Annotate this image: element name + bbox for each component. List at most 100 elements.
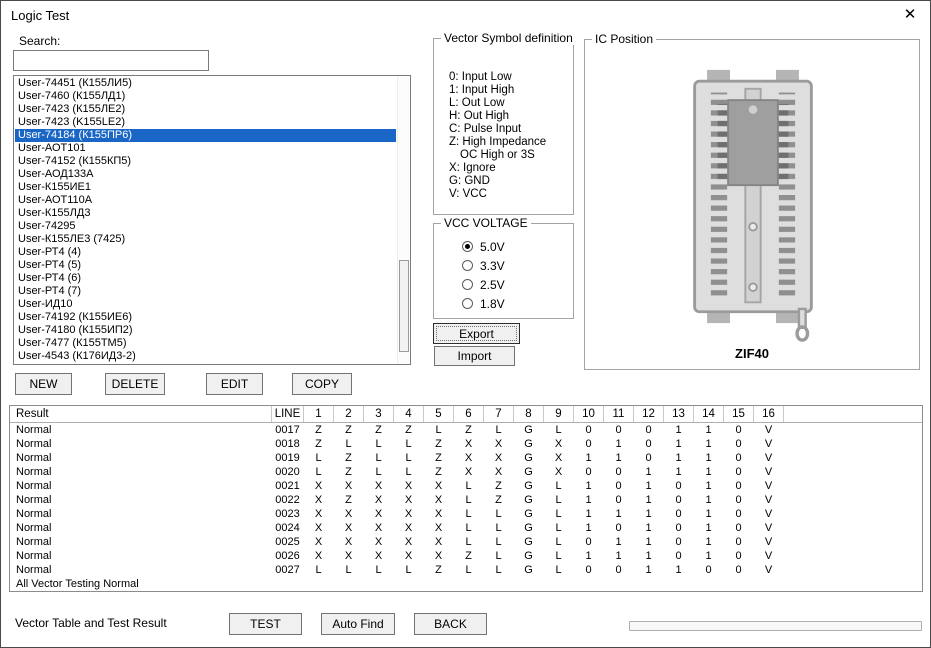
cell-pin: V [754, 423, 784, 437]
column-header-10[interactable]: 10 [574, 406, 604, 422]
column-header-1[interactable]: 1 [304, 406, 334, 422]
list-item[interactable]: User-К155ИЕ1 [15, 181, 396, 194]
cell-pin: 1 [694, 423, 724, 437]
list-item[interactable]: User-К155ЛЕ3 (7425) [15, 233, 396, 246]
list-item[interactable]: User-74152 (К155КП5) [15, 155, 396, 168]
cell-pin: L [484, 549, 514, 563]
test-button[interactable]: TEST [229, 613, 302, 635]
vcc-option-1.8V[interactable]: 1.8V [462, 294, 505, 313]
table-row[interactable]: Normal0023XXXXXLLGL111010V [10, 507, 922, 521]
list-scrollbar[interactable] [397, 76, 410, 364]
cell-pin: 1 [604, 507, 634, 521]
cell-pin: X [454, 465, 484, 479]
list-item[interactable]: User-РТ4 (7) [15, 285, 396, 298]
export-button[interactable]: Export [433, 323, 520, 344]
column-header-5[interactable]: 5 [424, 406, 454, 422]
list-item[interactable]: User-АОТ101 [15, 142, 396, 155]
column-header-11[interactable]: 11 [604, 406, 634, 422]
table-row[interactable]: Normal0025XXXXXLLGL011010V [10, 535, 922, 549]
copy-button[interactable]: COPY [292, 373, 352, 395]
cell-pin: L [454, 479, 484, 493]
list-item[interactable]: User-74295 [15, 220, 396, 233]
edit-button[interactable]: EDIT [206, 373, 263, 395]
list-item[interactable]: User-РТ4 (6) [15, 272, 396, 285]
auto-find-button[interactable]: Auto Find [321, 613, 395, 635]
list-item[interactable]: User-4543 (К176ИД3-2) [15, 350, 396, 363]
column-header-Result[interactable]: Result [10, 406, 272, 422]
list-item[interactable]: User-РТ4 (4) [15, 246, 396, 259]
table-row[interactable]: Normal0026XXXXXZLGL111010V [10, 549, 922, 563]
list-item[interactable]: User-ИД10 [15, 298, 396, 311]
column-header-15[interactable]: 15 [724, 406, 754, 422]
list-item[interactable]: User-74180 (К155ИП2) [15, 324, 396, 337]
cell-pin: X [304, 549, 334, 563]
search-input[interactable] [13, 50, 209, 71]
column-header-16[interactable]: 16 [754, 406, 784, 422]
cell-pin: 0 [604, 423, 634, 437]
cell-pin: L [424, 423, 454, 437]
table-row[interactable]: Normal0022XZXXXLZGL101010V [10, 493, 922, 507]
cell-pin: Z [334, 465, 364, 479]
list-item[interactable]: User-РТ4 (5) [15, 259, 396, 272]
radio-icon[interactable] [462, 241, 473, 252]
cell-pin: 0 [634, 437, 664, 451]
cell-pin: 0 [724, 521, 754, 535]
column-header-7[interactable]: 7 [484, 406, 514, 422]
table-row[interactable]: Normal0018ZLLLZXXGX010110V [10, 437, 922, 451]
vcc-option-2.5V[interactable]: 2.5V [462, 275, 505, 294]
cell-pin: L [364, 465, 394, 479]
table-row[interactable]: Normal0024XXXXXLLGL101010V [10, 521, 922, 535]
column-header-LINE[interactable]: LINE [272, 406, 304, 422]
cell-line: 0020 [272, 465, 304, 479]
list-item[interactable]: User-74184 (К155ПР6) [15, 129, 396, 142]
list-item[interactable]: User-7477 (К155ТМ5) [15, 337, 396, 350]
cell-pin: 0 [604, 479, 634, 493]
radio-icon[interactable] [462, 260, 473, 271]
table-row[interactable]: Normal0017ZZZZLZLGL000110V [10, 423, 922, 437]
list-item[interactable]: User-АОД133А [15, 168, 396, 181]
column-header-14[interactable]: 14 [694, 406, 724, 422]
new-button[interactable]: NEW [15, 373, 72, 395]
close-icon[interactable]: ✕ [894, 3, 926, 26]
cell-pin: G [514, 549, 544, 563]
vcc-option-5.0V[interactable]: 5.0V [462, 237, 505, 256]
column-header-9[interactable]: 9 [544, 406, 574, 422]
cell-line: 0023 [272, 507, 304, 521]
table-row[interactable]: Normal0019LZLLZXXGX110110V [10, 451, 922, 465]
list-item[interactable]: User-7460 (К155ЛД1) [15, 90, 396, 103]
back-button[interactable]: BACK [414, 613, 487, 635]
scrollbar-thumb[interactable] [399, 260, 409, 352]
list-item[interactable]: User-74451 (К155ЛИ5) [15, 77, 396, 90]
table-row[interactable]: Normal0027LLLLZLLGL001100V [10, 563, 922, 577]
list-item[interactable]: User-7423 (К155ЛЕ2) [15, 103, 396, 116]
list-item[interactable]: User-74192 (К155ИЕ6) [15, 311, 396, 324]
list-item[interactable]: User-7423 (K155LE2) [15, 116, 396, 129]
vcc-option-3.3V[interactable]: 3.3V [462, 256, 505, 275]
column-header-2[interactable]: 2 [334, 406, 364, 422]
list-item[interactable]: User-К155ЛД3 [15, 207, 396, 220]
cell-pin: L [544, 479, 574, 493]
delete-button[interactable]: DELETE [105, 373, 165, 395]
cell-pin: 0 [694, 563, 724, 577]
table-row[interactable]: Normal0021XXXXXLZGL101010V [10, 479, 922, 493]
cell-result: Normal [10, 535, 272, 549]
radio-icon[interactable] [462, 298, 473, 309]
chip-list[interactable]: User-74451 (К155ЛИ5)User-7460 (К155ЛД1)U… [13, 75, 411, 365]
column-header-12[interactable]: 12 [634, 406, 664, 422]
cell-line: 0024 [272, 521, 304, 535]
cell-pin: 1 [634, 521, 664, 535]
cell-pin: L [484, 563, 514, 577]
cell-pin: L [454, 535, 484, 549]
cell-pin: 0 [724, 451, 754, 465]
cell-pin: L [454, 563, 484, 577]
import-button[interactable]: Import [434, 346, 515, 366]
vector-symbol-line: 0: Input Low [449, 71, 546, 84]
list-item[interactable]: User-АОТ110А [15, 194, 396, 207]
table-row[interactable]: Normal0020LZLLZXXGX001110V [10, 465, 922, 479]
column-header-6[interactable]: 6 [454, 406, 484, 422]
column-header-4[interactable]: 4 [394, 406, 424, 422]
column-header-13[interactable]: 13 [664, 406, 694, 422]
column-header-3[interactable]: 3 [364, 406, 394, 422]
radio-icon[interactable] [462, 279, 473, 290]
column-header-8[interactable]: 8 [514, 406, 544, 422]
